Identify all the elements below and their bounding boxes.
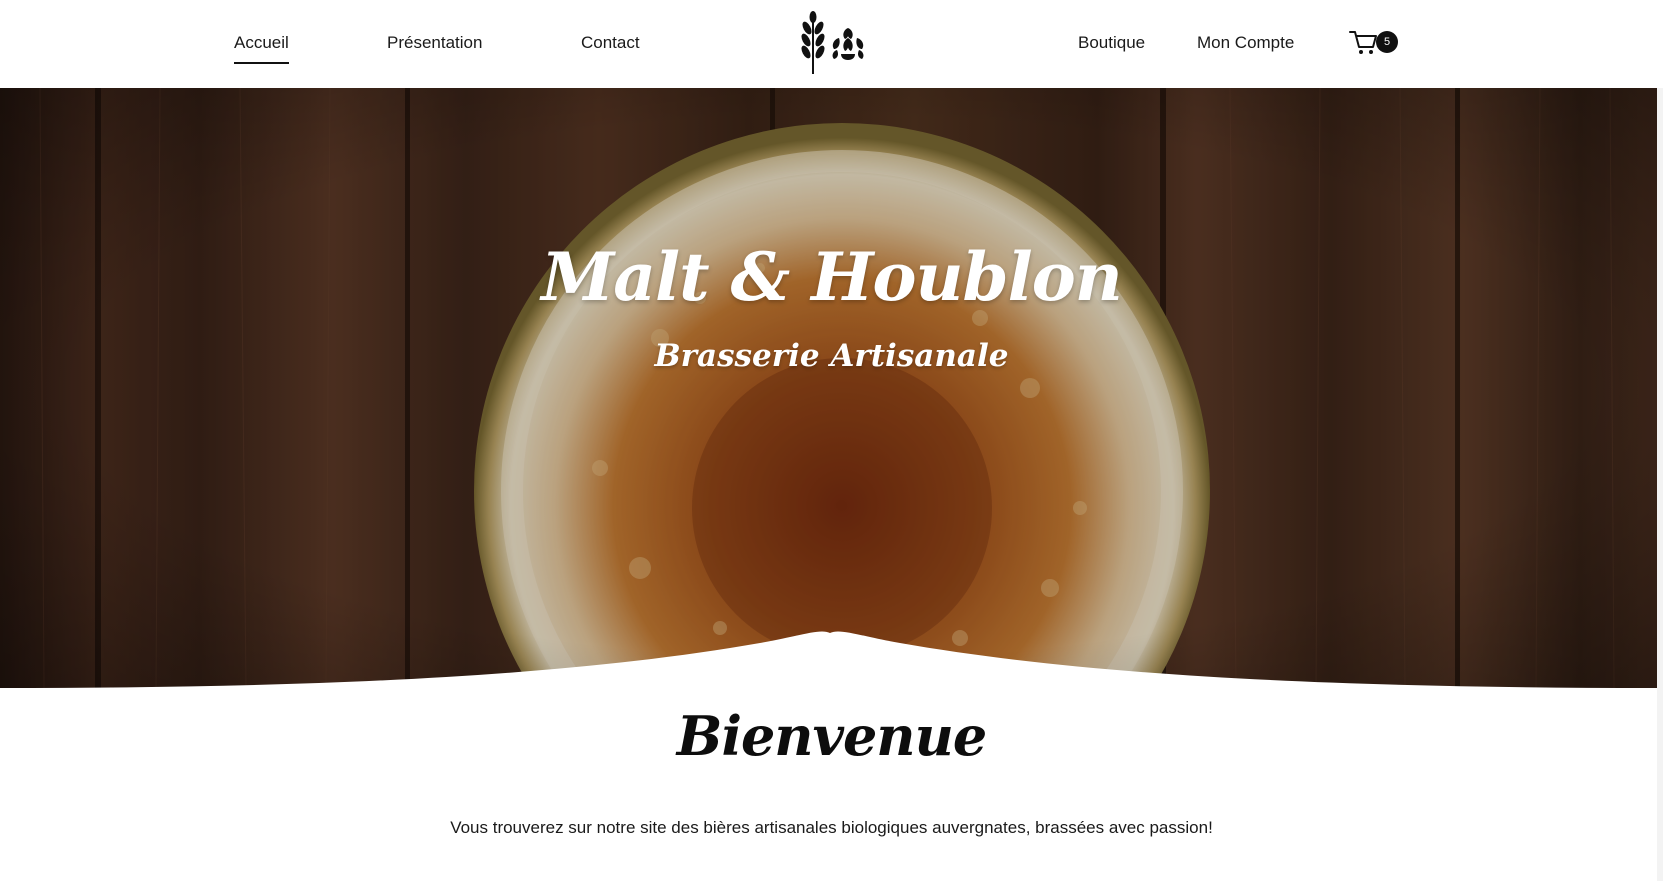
hero-title: Malt & Houblon	[541, 238, 1123, 316]
page-scrollbar[interactable]	[1657, 0, 1663, 881]
nav-link-boutique[interactable]: Boutique	[1078, 33, 1145, 53]
nav-link-mon-compte[interactable]: Mon Compte	[1197, 33, 1294, 53]
cart-count-badge: 5	[1376, 31, 1398, 53]
cart-button[interactable]: 5	[1348, 27, 1404, 59]
hero-background-image	[0, 88, 1663, 688]
nav-link-presentation[interactable]: Présentation	[387, 33, 482, 53]
nav-link-contact[interactable]: Contact	[581, 33, 640, 53]
hero-subtitle: Brasserie Artisanale	[654, 338, 1009, 374]
shopping-cart-icon	[1349, 31, 1377, 54]
wheat-and-hop-icon[interactable]	[793, 8, 869, 74]
welcome-heading: Bienvenue	[676, 704, 987, 768]
site-header: Accueil Présentation Contact Boutique Mo…	[0, 0, 1663, 88]
page: Accueil Présentation Contact Boutique Mo…	[0, 0, 1663, 881]
nav-link-accueil[interactable]: Accueil	[234, 33, 289, 64]
welcome-paragraph: Vous trouverez sur notre site des bières…	[450, 818, 1213, 837]
hero-banner: Malt & Houblon Brasserie Artisanale	[0, 88, 1663, 688]
